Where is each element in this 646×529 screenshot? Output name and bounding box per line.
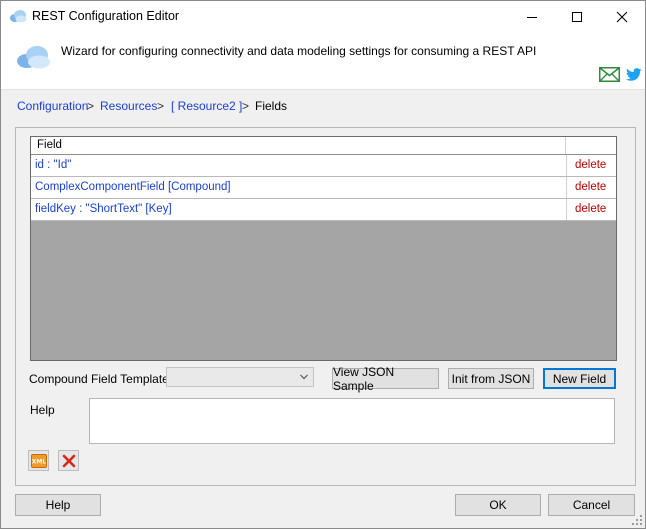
maximize-button[interactable] [554, 1, 600, 32]
table-row[interactable]: fieldKey : "ShortText" [Key] delete [31, 199, 616, 221]
breadcrumb-separator: > [242, 99, 250, 113]
view-json-sample-button[interactable]: View JSON Sample [332, 365, 439, 393]
cloud-icon [16, 44, 52, 73]
remove-button[interactable] [58, 450, 79, 471]
breadcrumb-resource2[interactable]: [ Resource2 ] [171, 99, 242, 113]
minimize-button[interactable] [509, 1, 555, 32]
delete-link[interactable]: delete [575, 181, 606, 193]
table-row[interactable]: ComplexComponentField [Compound] delete [31, 177, 616, 199]
close-button[interactable] [599, 1, 645, 32]
breadcrumb-separator: > [87, 99, 95, 113]
compound-field-template-select[interactable] [166, 367, 314, 387]
svg-text:XML: XML [31, 458, 46, 465]
chevron-down-icon [299, 371, 309, 385]
field-cell[interactable]: id : "Id" [35, 159, 71, 171]
delete-cell[interactable]: delete [566, 199, 616, 220]
help-button[interactable]: Help [15, 494, 101, 516]
help-label: Help [30, 403, 55, 417]
fields-grid[interactable]: Field id : "Id" delete ComplexComponentF… [30, 136, 617, 361]
field-cell[interactable]: fieldKey : "ShortText" [Key] [35, 203, 172, 215]
grid-header: Field [31, 137, 616, 155]
wizard-description: Wizard for configuring connectivity and … [61, 44, 537, 58]
ok-button[interactable]: OK [455, 494, 541, 516]
maximize-icon [572, 11, 582, 22]
breadcrumb-fields: Fields [255, 99, 288, 113]
cancel-button[interactable]: Cancel [548, 494, 635, 516]
dialog-window: REST Configuration Editor Wizard for con… [0, 0, 646, 529]
table-row[interactable]: id : "Id" delete [31, 155, 616, 177]
delete-x-icon [62, 454, 75, 467]
breadcrumb-configuration[interactable]: Configuration [17, 99, 88, 113]
title-bar[interactable]: REST Configuration Editor [1, 1, 645, 32]
close-icon [616, 11, 628, 22]
breadcrumb-separator: > [157, 99, 165, 113]
column-divider [565, 137, 566, 154]
delete-link[interactable]: delete [575, 159, 606, 171]
window-title: REST Configuration Editor [32, 9, 180, 23]
new-field-button[interactable]: New Field [543, 368, 616, 389]
init-from-json-button[interactable]: Init from JSON [448, 368, 534, 389]
delete-cell[interactable]: delete [566, 155, 616, 176]
twitter-icon[interactable] [626, 68, 642, 84]
xml-icon: XML [30, 453, 47, 468]
delete-link[interactable]: delete [575, 203, 606, 215]
help-text-box[interactable] [89, 398, 615, 444]
cloud-icon [9, 9, 27, 26]
minimize-icon [527, 16, 537, 18]
wizard-header: Wizard for configuring connectivity and … [1, 32, 645, 90]
delete-cell[interactable]: delete [566, 177, 616, 198]
breadcrumb-resources[interactable]: Resources [100, 99, 157, 113]
xml-button[interactable]: XML [28, 450, 49, 471]
mail-icon[interactable] [599, 67, 620, 85]
resize-grip-icon[interactable] [631, 514, 643, 529]
field-cell[interactable]: ComplexComponentField [Compound] [35, 181, 231, 193]
column-header-field[interactable]: Field [37, 139, 62, 151]
compound-field-template-label: Compound Field Template [29, 372, 169, 386]
